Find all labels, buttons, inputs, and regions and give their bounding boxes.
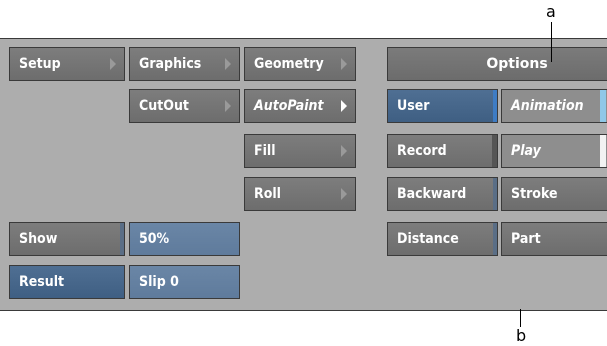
zoom-field[interactable]: 50%	[129, 222, 240, 256]
callout-a-line	[551, 22, 552, 62]
graphics-button[interactable]: Graphics	[129, 47, 240, 81]
setup-label: Setup	[19, 56, 61, 72]
graphics-label: Graphics	[139, 56, 202, 72]
user-label: User	[397, 98, 430, 114]
setup-button[interactable]: Setup	[9, 47, 125, 81]
animation-label: Animation	[511, 98, 584, 114]
submenu-arrow-icon	[341, 145, 347, 157]
distance-button[interactable]: Distance	[387, 222, 498, 256]
paint-menu-panel: Setup Graphics Geometry CutOut AutoPaint…	[0, 38, 607, 311]
record-button[interactable]: Record	[387, 134, 498, 168]
cutout-label: CutOut	[139, 98, 189, 114]
result-label: Result	[19, 274, 65, 290]
fill-label: Fill	[254, 143, 276, 159]
submenu-arrow-icon	[341, 188, 347, 200]
submenu-arrow-icon	[341, 58, 347, 70]
submenu-arrow-icon	[225, 58, 231, 70]
animation-button[interactable]: Animation	[501, 89, 607, 123]
stroke-button[interactable]: Stroke	[501, 177, 607, 211]
fill-button[interactable]: Fill	[244, 134, 356, 168]
roll-button[interactable]: Roll	[244, 177, 356, 211]
animation-indicator	[600, 90, 606, 122]
autopaint-label: AutoPaint	[254, 98, 324, 114]
record-label: Record	[397, 143, 447, 159]
play-label: Play	[511, 143, 541, 159]
geometry-label: Geometry	[254, 56, 324, 72]
play-button[interactable]: Play	[501, 134, 607, 168]
options-header: Options	[387, 47, 607, 81]
part-label: Part	[511, 231, 541, 247]
slip-value: Slip 0	[139, 274, 179, 290]
callout-b-line	[520, 309, 521, 327]
autopaint-button[interactable]: AutoPaint	[244, 89, 356, 123]
play-indicator	[600, 135, 606, 167]
result-button[interactable]: Result	[9, 265, 125, 299]
backward-button[interactable]: Backward	[387, 177, 498, 211]
geometry-button[interactable]: Geometry	[244, 47, 356, 81]
submenu-arrow-icon	[110, 58, 116, 70]
roll-label: Roll	[254, 186, 281, 202]
user-button[interactable]: User	[387, 89, 498, 123]
show-button[interactable]: Show	[9, 222, 125, 256]
submenu-arrow-icon	[341, 100, 347, 112]
show-label: Show	[19, 231, 58, 247]
zoom-value: 50%	[139, 231, 170, 247]
distance-label: Distance	[397, 231, 459, 247]
cutout-button[interactable]: CutOut	[129, 89, 240, 123]
part-button[interactable]: Part	[501, 222, 607, 256]
options-title: Options	[486, 56, 548, 72]
slip-field[interactable]: Slip 0	[129, 265, 240, 299]
callout-a-label: a	[546, 2, 556, 21]
backward-label: Backward	[397, 186, 467, 202]
submenu-arrow-icon	[225, 100, 231, 112]
stroke-label: Stroke	[511, 186, 558, 202]
callout-b-label: b	[516, 326, 527, 345]
